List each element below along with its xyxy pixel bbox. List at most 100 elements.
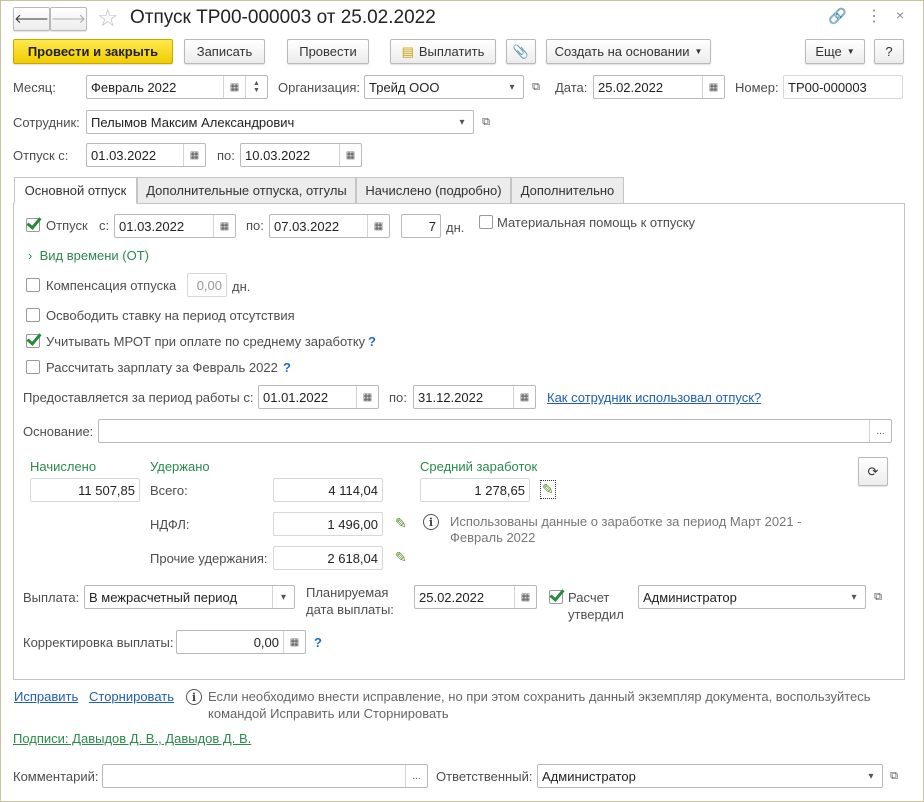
pencil-icon[interactable]: ✎ bbox=[395, 515, 407, 532]
calendar-icon[interactable]: ▦ bbox=[702, 76, 724, 98]
payout-label: Выплата: bbox=[23, 590, 80, 605]
help-button[interactable]: ? bbox=[874, 39, 904, 64]
free-rate-checkbox[interactable] bbox=[26, 308, 40, 322]
payout-select[interactable]: В межрасчетный период ▾ bbox=[84, 585, 295, 609]
calendar-icon[interactable]: ▦ bbox=[339, 144, 361, 166]
time-kind-toggle[interactable]: › Вид времени (ОТ) bbox=[28, 248, 149, 263]
approved-checkbox[interactable] bbox=[549, 590, 563, 604]
fix-link[interactable]: Исправить bbox=[14, 689, 78, 704]
tab-additional-vacations[interactable]: Дополнительные отпуска, отгулы bbox=[137, 177, 356, 204]
vacation-from-label: Отпуск с: bbox=[13, 148, 69, 163]
vacation-from-field[interactable]: 01.03.2022 ▦ bbox=[86, 143, 206, 167]
compensation-checkbox[interactable] bbox=[26, 278, 40, 292]
create-based-on-button[interactable]: Создать на основании ▼ bbox=[546, 39, 711, 64]
main-from-value: 01.03.2022 bbox=[119, 218, 185, 234]
spin-icon[interactable]: ▲ ▼ bbox=[245, 76, 267, 98]
open-org-icon[interactable]: ⧉ bbox=[527, 76, 545, 98]
vacation-checkbox[interactable] bbox=[26, 218, 40, 232]
planned-date-field[interactable]: 25.02.2022 ▦ bbox=[414, 585, 537, 609]
comment-label: Комментарий: bbox=[13, 769, 99, 784]
comp-days-field[interactable]: 0,00 bbox=[187, 273, 227, 297]
calendar-icon[interactable]: ▦ bbox=[213, 215, 235, 237]
close-icon[interactable]: × bbox=[896, 7, 904, 23]
mrot-checkbox[interactable] bbox=[26, 334, 40, 348]
basis-label: Основание: bbox=[23, 424, 94, 439]
save-button[interactable]: Записать bbox=[184, 39, 265, 64]
vacation-usage-link[interactable]: Как сотрудник использовал отпуск? bbox=[547, 390, 761, 405]
ellipsis-icon[interactable]: ... bbox=[405, 765, 427, 787]
chevron-down-icon[interactable]: ▾ bbox=[451, 111, 473, 133]
calendar-icon[interactable]: ▦ bbox=[183, 144, 205, 166]
fix-note-2: командой Исправить или Сторнировать bbox=[208, 706, 449, 721]
correction-label: Корректировка выплаты: bbox=[23, 635, 174, 650]
vacation-to-field[interactable]: 10.03.2022 ▦ bbox=[240, 143, 362, 167]
calculator-icon[interactable]: ▦ bbox=[283, 631, 305, 653]
pencil-icon[interactable]: ✎ bbox=[540, 480, 556, 499]
days-field[interactable]: 7 bbox=[401, 214, 441, 238]
favorite-star-icon[interactable]: ☆ bbox=[97, 4, 119, 33]
ndfl-field[interactable]: 1 496,00 bbox=[273, 512, 383, 536]
avg-earnings-field[interactable]: 1 278,65 bbox=[420, 478, 530, 502]
chevron-down-icon[interactable]: ▾ bbox=[501, 76, 523, 98]
number-field[interactable]: ТР00-000003 bbox=[783, 75, 903, 99]
tab-additional[interactable]: Дополнительно bbox=[511, 177, 624, 204]
org-field[interactable]: Трейд ООО ▾ bbox=[364, 75, 524, 99]
chevron-down-icon: ▼ bbox=[694, 47, 703, 56]
chevron-down-icon[interactable]: ▾ bbox=[843, 586, 865, 608]
open-approved-icon[interactable]: ⧉ bbox=[869, 586, 887, 608]
date-field[interactable]: 25.02.2022 ▦ bbox=[593, 75, 725, 99]
planned-value: 25.02.2022 bbox=[419, 589, 485, 605]
attach-button[interactable]: 📎 bbox=[506, 39, 536, 64]
back-button[interactable]: 🡐 bbox=[13, 7, 50, 31]
main-to-field[interactable]: 07.03.2022 ▦ bbox=[269, 214, 390, 238]
vacation-from-value: 01.03.2022 bbox=[91, 147, 157, 163]
material-aid-checkbox[interactable] bbox=[479, 215, 493, 229]
calendar-icon[interactable]: ▦ bbox=[514, 586, 536, 608]
comment-field[interactable]: ... bbox=[102, 764, 428, 788]
open-employee-icon[interactable]: ⧉ bbox=[477, 111, 495, 133]
mrot-help[interactable]: ? bbox=[368, 334, 376, 349]
link-icon[interactable]: 🔗 bbox=[828, 7, 847, 25]
period-to-field[interactable]: 31.12.2022 ▦ bbox=[413, 385, 536, 409]
reverse-link[interactable]: Сторнировать bbox=[89, 689, 174, 704]
tab-main-vacation[interactable]: Основной отпуск bbox=[14, 177, 137, 204]
post-button[interactable]: Провести bbox=[287, 39, 369, 64]
refresh-button[interactable]: ⟳ bbox=[858, 457, 888, 486]
post-and-close-button[interactable]: Провести и закрыть bbox=[13, 39, 173, 64]
calc-salary-checkbox[interactable] bbox=[26, 360, 40, 374]
more-button[interactable]: Еще ▼ bbox=[805, 39, 865, 64]
ellipsis-icon[interactable]: ... bbox=[869, 420, 891, 442]
forward-button[interactable]: 🡒 bbox=[50, 7, 87, 31]
pencil-icon[interactable]: ✎ bbox=[395, 549, 407, 566]
accrued-field[interactable]: 11 507,85 bbox=[30, 478, 140, 502]
open-responsible-icon[interactable]: ⧉ bbox=[885, 765, 903, 787]
from-label: с: bbox=[99, 218, 110, 233]
main-from-field[interactable]: 01.03.2022 ▦ bbox=[114, 214, 236, 238]
responsible-field[interactable]: Администратор ▾ bbox=[537, 764, 883, 788]
pay-button[interactable]: ▤ Выплатить bbox=[390, 39, 496, 64]
calc-salary-help[interactable]: ? bbox=[283, 360, 291, 375]
total-withheld-field[interactable]: 4 114,04 bbox=[273, 478, 383, 502]
planned-label-2: дата выплаты: bbox=[306, 602, 394, 617]
calendar-icon[interactable]: ▦ bbox=[356, 386, 378, 408]
correction-help[interactable]: ? bbox=[314, 635, 322, 650]
vacation-label: Отпуск bbox=[46, 218, 88, 233]
chevron-down-icon[interactable]: ▾ bbox=[860, 765, 882, 787]
correction-field[interactable]: 0,00 ▦ bbox=[176, 630, 306, 654]
period-from-field[interactable]: 01.01.2022 ▦ bbox=[258, 385, 379, 409]
more-vert-icon[interactable]: ⋮ bbox=[866, 6, 882, 26]
employee-value: Пелымов Максим Александрович bbox=[91, 114, 295, 130]
time-kind-label: Вид времени (ОТ) bbox=[39, 248, 150, 263]
signatures-link[interactable]: Подписи: Давыдов Д. В., Давыдов Д. В. bbox=[13, 731, 251, 746]
employee-field[interactable]: Пелымов Максим Александрович ▾ bbox=[86, 110, 474, 134]
approved-by-field[interactable]: Администратор ▾ bbox=[638, 585, 866, 609]
avg-info-text: Использованы данные о заработке за перио… bbox=[450, 514, 802, 529]
calendar-icon[interactable]: ▦ bbox=[513, 386, 535, 408]
chevron-down-icon[interactable]: ▾ bbox=[272, 586, 294, 608]
month-field[interactable]: Февраль 2022 ▦ ▲ ▼ bbox=[86, 75, 268, 99]
other-field[interactable]: 2 618,04 bbox=[273, 546, 383, 570]
calendar-icon[interactable]: ▦ bbox=[367, 215, 389, 237]
basis-field[interactable]: ... bbox=[98, 419, 892, 443]
tab-accrued-detailed[interactable]: Начислено (подробно) bbox=[356, 177, 511, 204]
calendar-icon[interactable]: ▦ bbox=[223, 76, 245, 98]
